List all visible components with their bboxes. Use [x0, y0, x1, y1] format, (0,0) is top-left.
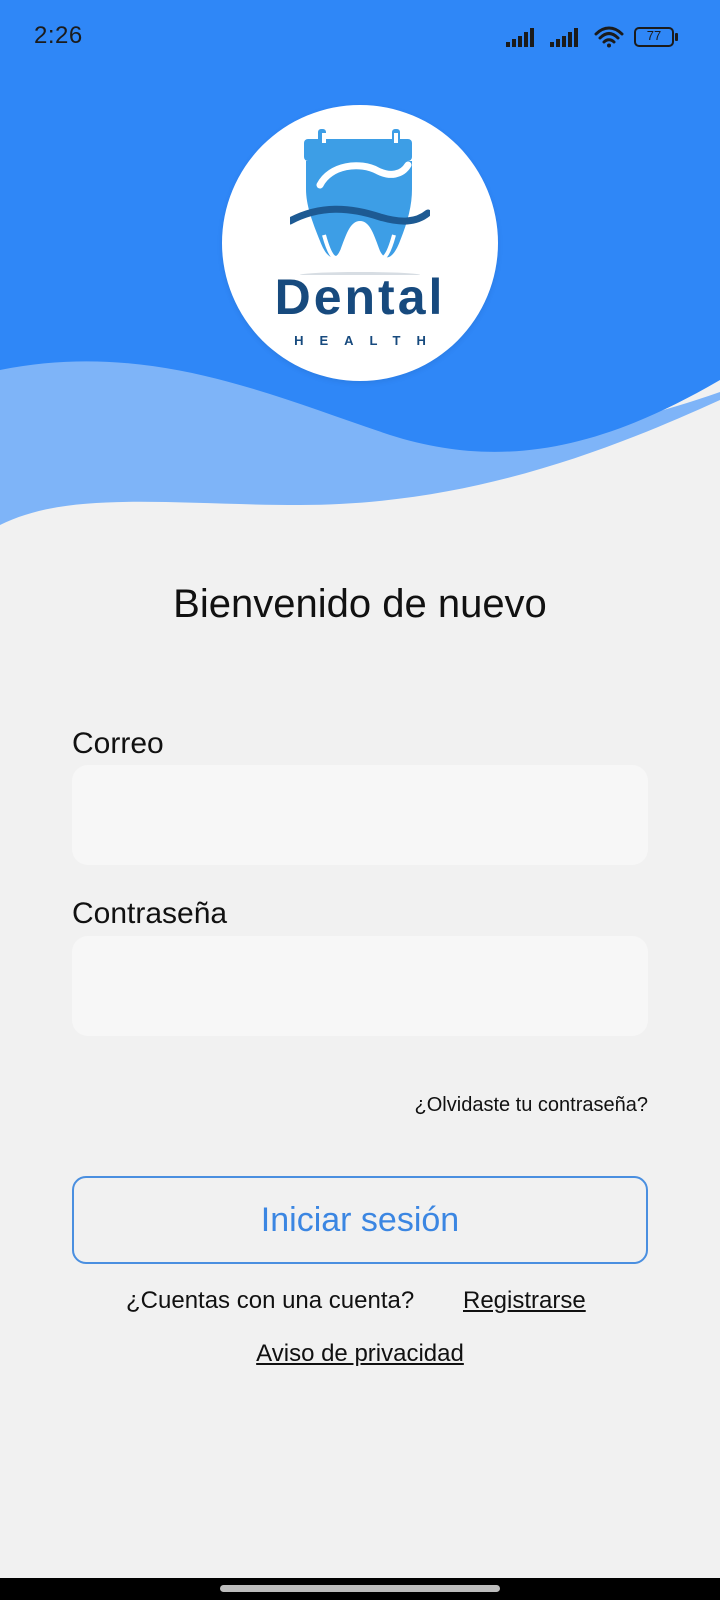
app-logo: Dental HEALTH [222, 105, 498, 381]
status-icons: 77 [506, 24, 680, 50]
email-label: Correo [72, 727, 164, 760]
battery-level: 77 [646, 28, 662, 43]
logo-wordmark: Dental [274, 269, 446, 325]
register-link[interactable]: Registrarse [463, 1287, 586, 1315]
signal-icon [506, 27, 540, 47]
email-field[interactable] [72, 765, 648, 865]
login-button[interactable]: Iniciar sesión [72, 1176, 648, 1264]
wifi-icon [594, 26, 624, 48]
home-indicator[interactable] [220, 1585, 500, 1592]
privacy-notice-row: Aviso de privacidad [0, 1340, 720, 1368]
system-navigation-bar [0, 1578, 720, 1600]
signal-icon-2 [550, 27, 584, 47]
tooth-calendar-icon [290, 129, 430, 275]
page-title: Bienvenido de nuevo [173, 582, 547, 626]
privacy-notice-link[interactable]: Aviso de privacidad [256, 1340, 464, 1367]
status-bar: 2:26 77 [0, 0, 720, 72]
register-prompt: ¿Cuentas con una cuenta? [126, 1287, 415, 1314]
logo-subtitle: HEALTH [294, 333, 442, 348]
register-row: ¿Cuentas con una cuenta? Registrarse [0, 1287, 720, 1319]
password-field[interactable] [72, 936, 648, 1036]
status-time: 2:26 [34, 22, 83, 49]
forgot-password-link[interactable]: ¿Olvidaste tu contraseña? [415, 1094, 648, 1117]
battery-icon: 77 [634, 26, 680, 48]
password-label: Contraseña [72, 897, 228, 930]
